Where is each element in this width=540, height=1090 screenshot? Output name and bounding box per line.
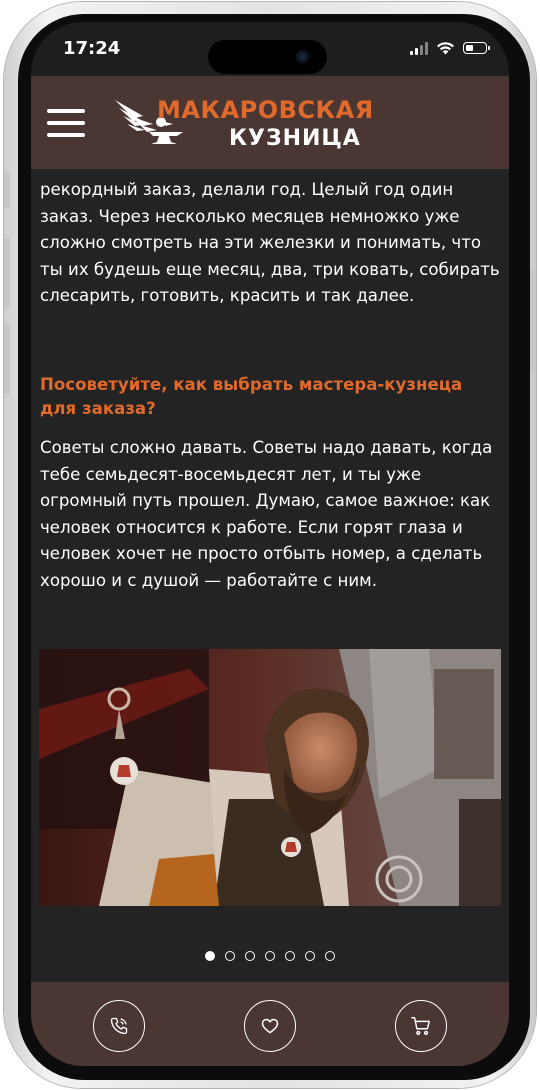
volume-up-button xyxy=(4,238,10,308)
volume-down-button xyxy=(4,324,10,394)
status-icons xyxy=(410,41,490,55)
status-time: 17:24 xyxy=(63,38,121,59)
phone-icon xyxy=(110,1017,128,1035)
cart-button[interactable] xyxy=(395,1000,447,1052)
logo-text-top: МАКАРОВСКАЯ xyxy=(157,96,374,124)
blacksmith-photo[interactable] xyxy=(39,649,501,906)
site-logo[interactable]: МАКАРОВСКАЯ КУЗНИЦА xyxy=(113,92,373,158)
article-question-heading: Посоветуйте, как выбрать мастера-кузнеца… xyxy=(40,375,463,418)
site-header: МАКАРОВСКАЯ КУЗНИЦА xyxy=(31,76,509,169)
gallery-dot-active[interactable] xyxy=(205,951,215,961)
front-camera-icon xyxy=(296,50,309,63)
article-paragraph: Советы сложно давать. Советы надо давать… xyxy=(40,438,493,590)
dynamic-island xyxy=(208,40,327,74)
battery-icon xyxy=(463,42,490,54)
gallery-dot[interactable] xyxy=(265,951,275,961)
gallery-dot[interactable] xyxy=(325,951,335,961)
favorites-button[interactable] xyxy=(244,1000,296,1052)
cellular-signal-icon xyxy=(410,41,428,55)
hamburger-menu-icon[interactable] xyxy=(47,109,85,137)
bottom-nav-bar xyxy=(31,982,509,1066)
gallery-pagination xyxy=(31,951,509,961)
wifi-icon xyxy=(437,42,454,55)
gallery-dot[interactable] xyxy=(285,951,295,961)
gallery-dot[interactable] xyxy=(225,951,235,961)
gallery-dot[interactable] xyxy=(245,951,255,961)
article-paragraph: рекордный заказ, делали год. Целый год о… xyxy=(40,180,500,306)
screen: 17:24 МАКАРОВСКАЯ КУЗНИЦА рекордный зака… xyxy=(31,22,509,1066)
status-bar: 17:24 xyxy=(31,22,509,76)
cart-icon xyxy=(411,1017,430,1035)
gallery-dot[interactable] xyxy=(305,951,315,961)
mute-switch xyxy=(4,172,10,208)
call-button[interactable] xyxy=(93,1000,145,1052)
article-content: рекордный заказ, делали год. Целый год о… xyxy=(31,169,509,927)
logo-text-bottom: КУЗНИЦА xyxy=(229,126,361,151)
power-button xyxy=(530,270,536,374)
heart-icon xyxy=(261,1018,279,1034)
